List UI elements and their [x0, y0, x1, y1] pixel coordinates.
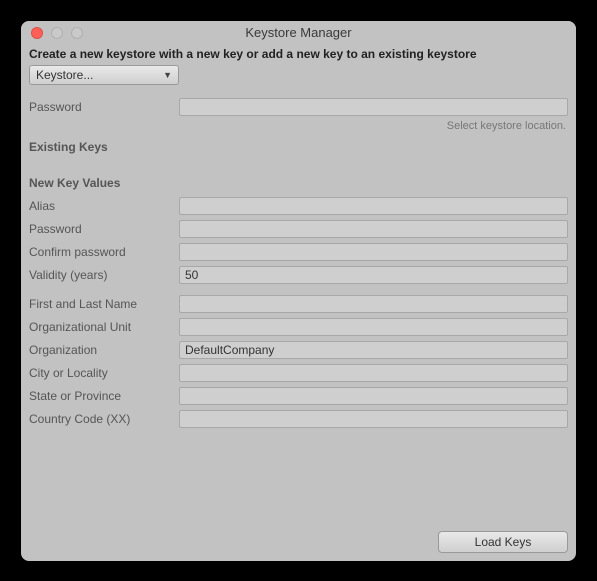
instruction-text: Create a new keystore with a new key or … — [29, 45, 568, 65]
name-input[interactable] — [179, 295, 568, 313]
confirm-password-label: Confirm password — [29, 245, 179, 259]
zoom-icon[interactable] — [71, 27, 83, 39]
password-input[interactable] — [179, 98, 568, 116]
orgunit-input[interactable] — [179, 318, 568, 336]
org-label: Organization — [29, 343, 179, 357]
state-label: State or Province — [29, 389, 179, 403]
keystore-dropdown-label: Keystore... — [36, 68, 93, 82]
password-row: Password — [29, 96, 568, 118]
validity-label: Validity (years) — [29, 268, 179, 282]
city-input[interactable] — [179, 364, 568, 382]
close-icon[interactable] — [31, 27, 43, 39]
country-input[interactable] — [179, 410, 568, 428]
new-key-values-heading: New Key Values — [29, 176, 568, 190]
orgunit-label: Organizational Unit — [29, 320, 179, 334]
keystore-manager-window: Keystore Manager Create a new keystore w… — [21, 21, 576, 561]
newkey-password-input[interactable] — [179, 220, 568, 238]
confirm-password-input[interactable] — [179, 243, 568, 261]
existing-keys-heading: Existing Keys — [29, 140, 568, 154]
validity-input[interactable] — [179, 266, 568, 284]
minimize-icon[interactable] — [51, 27, 63, 39]
city-label: City or Locality — [29, 366, 179, 380]
org-input[interactable] — [179, 341, 568, 359]
country-label: Country Code (XX) — [29, 412, 179, 426]
alias-label: Alias — [29, 199, 179, 213]
newkey-password-label: Password — [29, 222, 179, 236]
content: Create a new keystore with a new key or … — [21, 45, 576, 561]
load-keys-button[interactable]: Load Keys — [438, 531, 568, 553]
footer: Load Keys — [29, 521, 568, 553]
alias-input[interactable] — [179, 197, 568, 215]
chevron-down-icon: ▼ — [163, 70, 172, 80]
load-keys-label: Load Keys — [475, 535, 532, 549]
state-input[interactable] — [179, 387, 568, 405]
titlebar: Keystore Manager — [21, 21, 576, 45]
name-label: First and Last Name — [29, 297, 179, 311]
window-title: Keystore Manager — [21, 25, 576, 40]
password-label: Password — [29, 100, 179, 114]
window-controls — [31, 27, 83, 39]
keystore-dropdown[interactable]: Keystore... ▼ — [29, 65, 179, 85]
password-hint: Select keystore location. — [29, 118, 568, 132]
